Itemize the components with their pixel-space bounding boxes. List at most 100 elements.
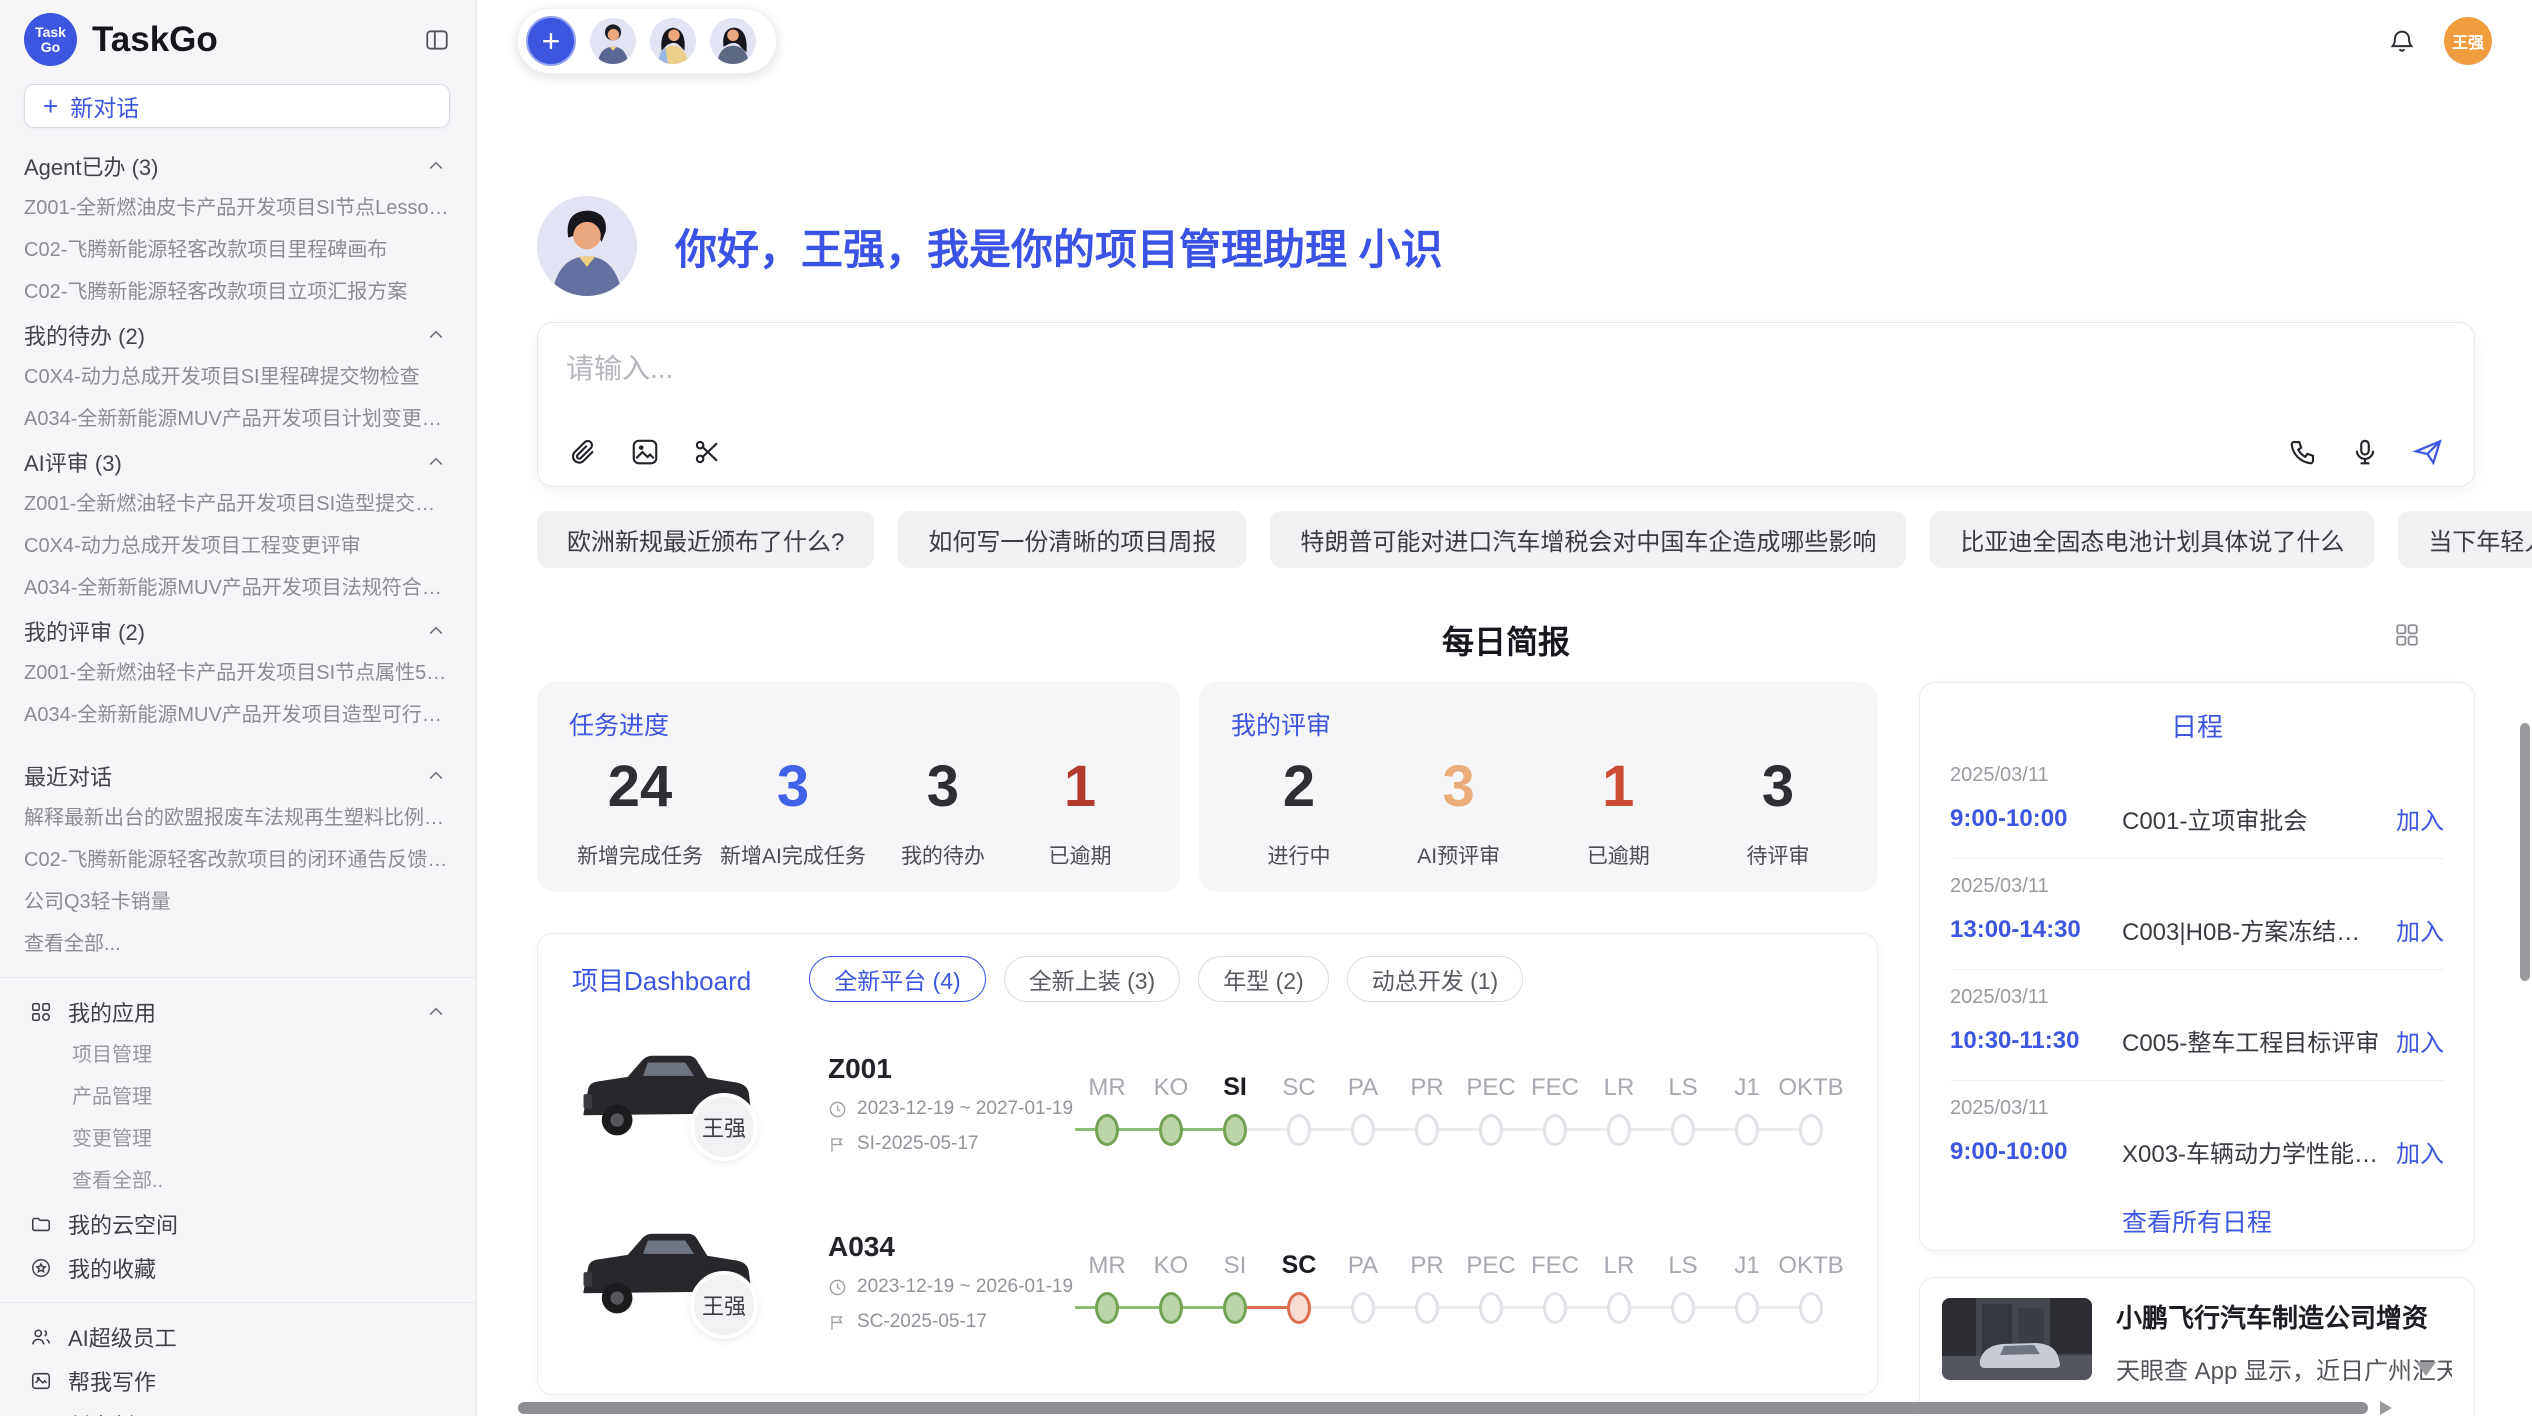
- milestone-node: [1159, 1292, 1183, 1324]
- microphone-icon[interactable]: [2348, 435, 2382, 469]
- new-chat-button[interactable]: + 新对话: [24, 84, 450, 128]
- sidebar-item-my-apps[interactable]: 我的应用: [0, 990, 476, 1034]
- schedule-event-name: C005-整车工程目标评审: [2122, 1023, 2380, 1058]
- milestone: J1: [1715, 1240, 1779, 1324]
- tab-new-upfit[interactable]: 全新上装 (3): [1004, 956, 1181, 1002]
- sidebar-section-recent-chats[interactable]: 最近对话: [0, 754, 476, 797]
- project-meta: Z001 2023-12-19 ~ 2027-01-19 SI-2025-05-…: [824, 1053, 1075, 1155]
- suggestion-chip[interactable]: 如何写一份清晰的项目周报: [898, 511, 1246, 568]
- milestone: KO: [1139, 1240, 1203, 1324]
- suggestion-chip[interactable]: 当下年轻人对汽车外观有怎样的喜好趋势: [2398, 511, 2532, 568]
- sidebar-item[interactable]: C0X4-动力总成开发项目SI里程碑提交物检查: [0, 356, 476, 398]
- flag-icon: [828, 1135, 847, 1154]
- suggestion-chip[interactable]: 比亚迪全固态电池计划具体说了什么: [1930, 511, 2374, 568]
- view-all-schedule-link[interactable]: 查看所有日程: [1950, 1191, 2444, 1243]
- sidebar-section-my-review[interactable]: 我的评审 (2): [0, 609, 476, 652]
- sidebar-item-ai-super-staff[interactable]: AI超级员工: [0, 1315, 476, 1359]
- stat-value: 24: [608, 748, 673, 826]
- scroll-down-arrow-icon[interactable]: [2416, 1362, 2436, 1376]
- sidebar-section-agent-done[interactable]: Agent已办 (3): [0, 144, 476, 187]
- sidebar-item-help-write[interactable]: 帮我写作: [0, 1359, 476, 1403]
- sidebar-item[interactable]: A034-全新新能源MUV产品开发项目法规符合性评审: [0, 567, 476, 609]
- clock-icon: [828, 1278, 847, 1297]
- join-link[interactable]: 加入: [2396, 801, 2444, 836]
- join-link[interactable]: 加入: [2396, 1134, 2444, 1169]
- assistant-avatar: [537, 196, 637, 296]
- flag-icon: [828, 1313, 847, 1332]
- sidebar-item[interactable]: 解释最新出台的欧盟报废车法规再生塑料比例被调至15%...: [0, 797, 476, 839]
- suggestion-chip[interactable]: 欧洲新规最近颁布了什么?: [537, 511, 874, 568]
- user-avatar[interactable]: 王强: [2444, 17, 2492, 65]
- sidebar-item[interactable]: C0X4-动力总成开发项目工程变更评审: [0, 525, 476, 567]
- milestone-node: [1095, 1114, 1119, 1146]
- milestone: LS: [1651, 1240, 1715, 1324]
- sidebar-item[interactable]: C02-飞腾新能源轻客改款项目的闭环通告反馈情况: [0, 839, 476, 881]
- cloud-folder-icon: [30, 1213, 52, 1235]
- join-link[interactable]: 加入: [2396, 1023, 2444, 1058]
- team-avatar[interactable]: [650, 18, 696, 64]
- project-row[interactable]: 王强 Z001 2023-12-19 ~ 2027-01-19 SI-2025-…: [572, 1028, 1843, 1180]
- daily-briefing-title: 每日简报: [1442, 617, 1570, 663]
- sidebar-item-favorites[interactable]: 我的收藏: [0, 1246, 476, 1290]
- news-card[interactable]: 小鹏飞行汽车制造公司增资 天眼查 App 显示，近日广州汇天飞行汽...: [1919, 1277, 2475, 1416]
- sidebar-item[interactable]: Z001-全新燃油皮卡产品开发项目SI节点Lesson Learn报告: [0, 187, 476, 229]
- milestone: OKTB: [1779, 1240, 1843, 1324]
- stat-label: 新增AI完成任务: [720, 840, 866, 870]
- project-meta: A034 2023-12-19 ~ 2026-01-19 SC-2025-05-…: [824, 1231, 1075, 1333]
- phone-icon[interactable]: [2286, 435, 2320, 469]
- project-row[interactable]: [572, 1384, 1843, 1395]
- sidebar-item-creative-draw[interactable]: 创意制图: [0, 1403, 476, 1416]
- sidebar-item-cloud-space[interactable]: 我的云空间: [0, 1202, 476, 1246]
- divider: [0, 977, 476, 978]
- project-row[interactable]: 王强 A034 2023-12-19 ~ 2026-01-19 SC-2025-…: [572, 1206, 1843, 1358]
- view-all-chats-link[interactable]: 查看全部...: [0, 923, 476, 965]
- app-logo: Task Go: [24, 13, 77, 66]
- sidebar-item-change-mgmt[interactable]: 变更管理: [0, 1118, 476, 1160]
- layout-grid-icon[interactable]: [2394, 622, 2420, 648]
- sidebar-item[interactable]: A034-全新新能源MUV产品开发项目造型可行性评审: [0, 694, 476, 736]
- horizontal-scrollbar[interactable]: [518, 1402, 2368, 1414]
- milestone-node: [1287, 1114, 1311, 1146]
- milestone-label: PEC: [1466, 1240, 1515, 1280]
- milestone-node: [1159, 1114, 1183, 1146]
- sidebar-item[interactable]: A034-全新新能源MUV产品开发项目计划变更表编写: [0, 398, 476, 440]
- my-apps-label: 我的应用: [68, 996, 156, 1028]
- team-avatar[interactable]: [710, 18, 756, 64]
- scissors-icon[interactable]: [690, 435, 724, 469]
- sidebar-section-my-todo[interactable]: 我的待办 (2): [0, 313, 476, 356]
- sidebar-item-project-mgmt[interactable]: 项目管理: [0, 1034, 476, 1076]
- attachment-icon[interactable]: [566, 435, 600, 469]
- stat: 1 已逾期: [1020, 748, 1140, 870]
- project-dashboard-card: 项目Dashboard 全新平台 (4) 全新上装 (3) 年型 (2) 动总开…: [537, 933, 1878, 1395]
- join-link[interactable]: 加入: [2396, 912, 2444, 947]
- vertical-scrollbar[interactable]: [2520, 723, 2530, 981]
- sidebar-collapse-icon[interactable]: [420, 23, 454, 57]
- tab-year-model[interactable]: 年型 (2): [1198, 956, 1329, 1002]
- milestone-node: [1799, 1292, 1823, 1324]
- sidebar-item[interactable]: Z001-全新燃油轻卡产品开发项目SI节点属性5D文件评审: [0, 652, 476, 694]
- message-input[interactable]: 请输入...: [566, 347, 2446, 387]
- project-code: Z001: [828, 1053, 1075, 1085]
- add-member-button[interactable]: +: [526, 16, 576, 66]
- sidebar-item[interactable]: Z001-全新燃油轻卡产品开发项目SI造型提交物评审: [0, 483, 476, 525]
- people-icon: [30, 1326, 52, 1348]
- sidebar-item[interactable]: C02-飞腾新能源轻客改款项目立项汇报方案: [0, 271, 476, 313]
- sidebar-item[interactable]: C02-飞腾新能源轻客改款项目里程碑画布: [0, 229, 476, 271]
- image-icon[interactable]: [628, 435, 662, 469]
- milestone-node: [1415, 1114, 1439, 1146]
- milestone: PR: [1395, 1240, 1459, 1324]
- milestone: SC: [1267, 1062, 1331, 1146]
- suggestion-chip[interactable]: 特朗普可能对进口汽车增税会对中国车企造成哪些影响: [1270, 511, 1906, 568]
- sidebar-section-ai-review[interactable]: AI评审 (3): [0, 440, 476, 483]
- send-icon[interactable]: [2410, 434, 2446, 470]
- notification-bell-icon[interactable]: [2388, 27, 2416, 55]
- sidebar-item-product-mgmt[interactable]: 产品管理: [0, 1076, 476, 1118]
- sidebar-item[interactable]: 公司Q3轻卡销量: [0, 881, 476, 923]
- view-all-apps-link[interactable]: 查看全部..: [0, 1160, 476, 1202]
- team-avatar[interactable]: [590, 18, 636, 64]
- milestone-node: [1607, 1114, 1631, 1146]
- tab-powertrain-dev[interactable]: 动总开发 (1): [1347, 956, 1524, 1002]
- milestone-label: PA: [1348, 1062, 1378, 1102]
- scroll-right-arrow-icon[interactable]: [2380, 1401, 2392, 1415]
- tab-all-new-platform[interactable]: 全新平台 (4): [809, 956, 986, 1002]
